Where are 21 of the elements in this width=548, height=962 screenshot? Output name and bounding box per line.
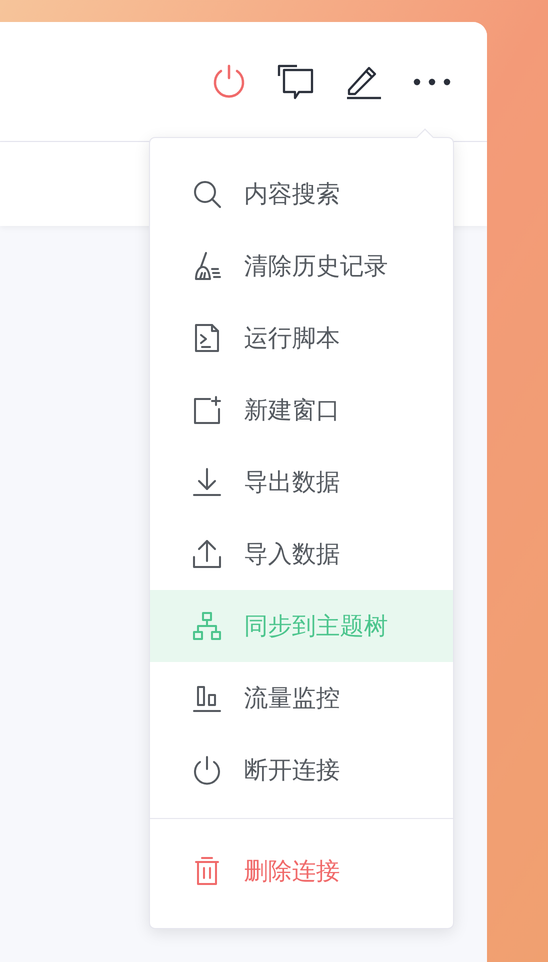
power-icon bbox=[192, 755, 222, 785]
broom-icon bbox=[192, 251, 222, 281]
search-icon bbox=[192, 179, 222, 209]
trash-icon bbox=[192, 856, 222, 886]
menu-item[interactable]: 内容搜索 bbox=[150, 158, 453, 230]
menu-item[interactable]: 清除历史记录 bbox=[150, 230, 453, 302]
upload-icon bbox=[192, 539, 222, 569]
power-icon[interactable] bbox=[211, 64, 247, 100]
menu-item[interactable]: 导入数据 bbox=[150, 518, 453, 590]
menu-item[interactable]: 运行脚本 bbox=[150, 302, 453, 374]
menu-item[interactable]: 流量监控 bbox=[150, 662, 453, 734]
menu-item[interactable]: 断开连接 bbox=[150, 734, 453, 806]
download-icon bbox=[192, 467, 222, 497]
menu-item[interactable]: 导出数据 bbox=[150, 446, 453, 518]
new-window-icon bbox=[192, 395, 222, 425]
more-icon[interactable] bbox=[413, 76, 451, 86]
menu-item[interactable]: 新建窗口 bbox=[150, 374, 453, 446]
script-file-icon bbox=[192, 323, 222, 353]
bar-chart-icon bbox=[192, 683, 222, 713]
hierarchy-icon bbox=[192, 611, 222, 641]
chat-icon[interactable] bbox=[277, 64, 315, 100]
